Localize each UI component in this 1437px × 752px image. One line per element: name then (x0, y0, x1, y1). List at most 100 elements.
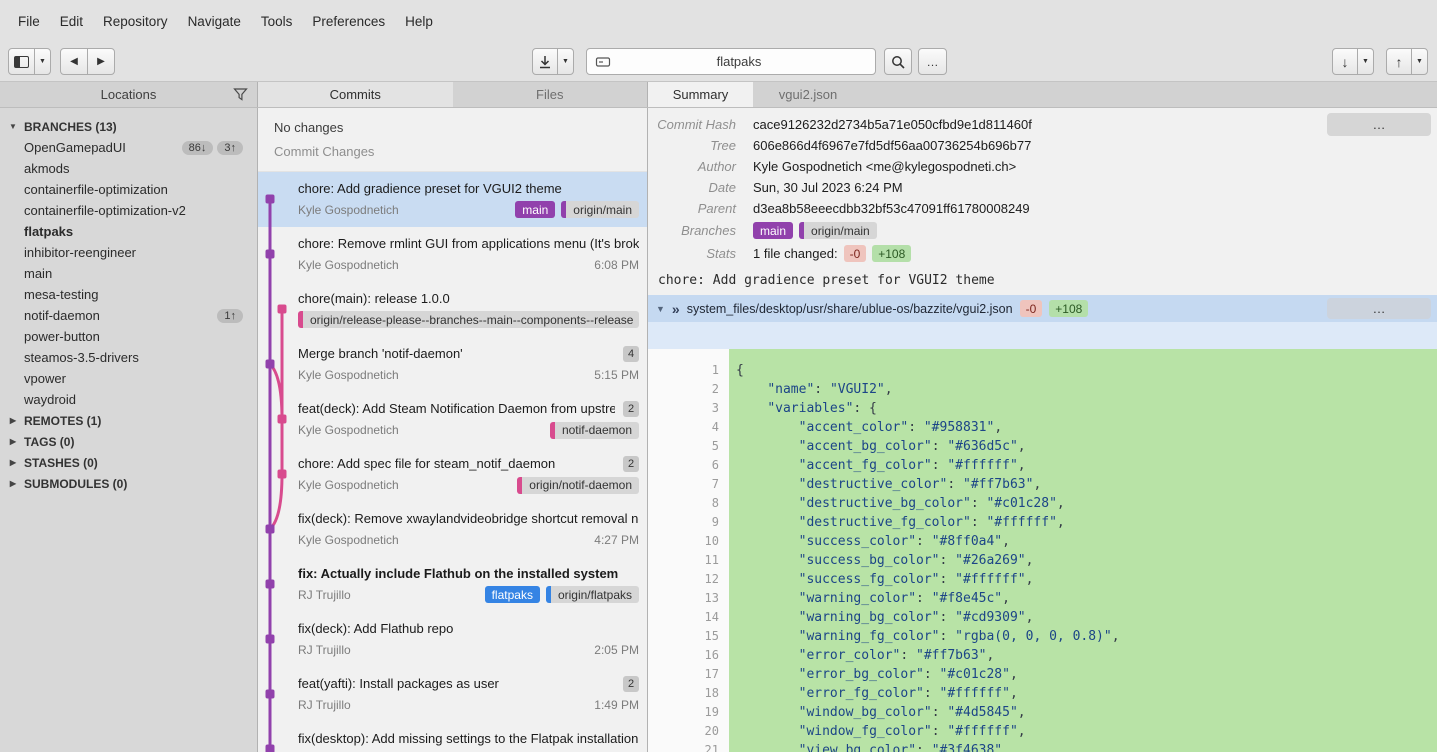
sidebar-section-submodules-0[interactable]: ▶ SUBMODULES (0) (0, 473, 257, 494)
file-menu-button[interactable]: … (1327, 298, 1431, 319)
branch-label: inhibitor-reengineer (24, 245, 137, 260)
commit-row[interactable]: feat(deck): Add Steam Notification Daemo… (258, 392, 647, 447)
sidebar-item-waydroid[interactable]: waydroid (0, 389, 257, 410)
diff-line-content: "success_color": "#8ff0a4", (729, 532, 1437, 551)
insertions-chip: +108 (872, 245, 912, 262)
disclosure-right-icon: ▶ (9, 437, 17, 446)
scroll-up-button[interactable]: ↑ (1386, 48, 1412, 75)
sidebar-item-power-button[interactable]: power-button (0, 326, 257, 347)
sidebar-section-branches-13[interactable]: ▼ BRANCHES (13) (0, 116, 257, 137)
filter-funnel-icon[interactable] (233, 87, 248, 105)
summary-key: Date (708, 180, 736, 195)
diff-line: 11 "success_bg_color": "#26a269", (648, 551, 1437, 570)
tab-files[interactable]: Files (453, 82, 648, 107)
scroll-up-dropdown[interactable]: ▼ (1411, 48, 1428, 75)
commit-title-line: feat(yafti): Install packages as user 2 (298, 675, 639, 692)
ref-badge-origin-main[interactable]: origin/main (799, 222, 877, 239)
section-label: SUBMODULES (0) (24, 476, 128, 491)
commit-meta-line: origin/release-please--branches--main--c… (298, 311, 639, 328)
commit-row[interactable]: chore(main): release 1.0.0 origin/release… (258, 282, 647, 337)
ref-badge-origin-notif-daemon[interactable]: origin/notif-daemon (517, 476, 639, 494)
ref-badge-origin-release-please-branches-main-components-release[interactable]: origin/release-please--branches--main--c… (298, 311, 639, 328)
sidebar-item-vpower[interactable]: vpower (0, 368, 257, 389)
scroll-down-dropdown[interactable]: ▼ (1357, 48, 1374, 75)
filter-type-icon (595, 56, 611, 67)
ref-badge-notif-daemon[interactable]: notif-daemon (549, 421, 639, 439)
sidebar-item-containerfile-optimization-v2[interactable]: containerfile-optimization-v2 (0, 200, 257, 221)
commit-title-line: chore(main): release 1.0.0 (298, 291, 639, 306)
menu-navigate[interactable]: Navigate (178, 9, 251, 34)
locations-title: Locations (100, 87, 157, 102)
tab-commits[interactable]: Commits (258, 82, 453, 107)
ref-badge-origin-main[interactable]: origin/main (561, 201, 639, 218)
layout-toggle-dropdown[interactable]: ▼ (34, 48, 51, 75)
summary-menu-button[interactable]: … (1327, 113, 1431, 136)
search-input[interactable] (611, 54, 867, 69)
insertions-badge: +108 (1049, 300, 1089, 317)
sidebar-section-stashes-0[interactable]: ▶ STASHES (0) (0, 452, 257, 473)
sidebar-item-opengamepadui[interactable]: OpenGamepadUI 86↓ 3↑ (0, 137, 257, 158)
search-button[interactable] (884, 48, 912, 75)
commit-meta-line: Kyle Gospodnetich 5:15 PM (298, 367, 639, 384)
menu-preferences[interactable]: Preferences (302, 9, 395, 34)
commit-row[interactable]: fix: Actually include Flathub on the ins… (258, 557, 647, 612)
sidebar-item-inhibitor-reengineer[interactable]: inhibitor-reengineer (0, 242, 257, 263)
commit-meta-line: RJ Trujillo 2:05 PM (298, 641, 639, 658)
commit-row[interactable]: chore: Add spec file for steam_notif_dae… (258, 447, 647, 502)
commit-row[interactable]: feat(yafti): Install packages as user 2 RJ… (258, 667, 647, 722)
menu-repository[interactable]: Repository (93, 9, 178, 34)
commit-row[interactable]: fix(deck): Remove xwaylandvideobridge sh… (258, 502, 647, 557)
ref-badge-flatpaks[interactable]: flatpaks (484, 586, 540, 603)
summary-row-stats: Stats 1 file changed: -0 +108 (648, 242, 1437, 265)
ref-badge-main[interactable]: main (515, 201, 556, 218)
commit-meta-line: RJ Trujillo 1:49 PM (298, 697, 639, 714)
toolbar-more-button[interactable]: … (918, 48, 947, 75)
commit-row[interactable]: Merge branch 'notif-daemon' 4 Kyle Gospodn… (258, 337, 647, 392)
commit-meta-right: 2:05 PM (594, 643, 639, 657)
forward-button[interactable]: ▶ (87, 48, 115, 75)
summary-key: Branches (681, 223, 736, 238)
pull-button[interactable] (532, 48, 558, 75)
commit-title-line: fix(deck): Add Flathub repo (298, 621, 639, 636)
layout-toggle-button[interactable] (8, 48, 35, 75)
pull-dropdown[interactable]: ▼ (557, 48, 574, 75)
sidebar-item-flatpaks[interactable]: flatpaks (0, 221, 257, 242)
sidebar-item-akmods[interactable]: akmods (0, 158, 257, 179)
commit-row[interactable]: chore: Add gradience preset for VGUI2 th… (258, 172, 647, 227)
commit-author: Kyle Gospodnetich (298, 532, 399, 547)
branch-label: flatpaks (24, 224, 74, 239)
sidebar-section-remotes-1[interactable]: ▶ REMOTES (1) (0, 410, 257, 431)
summary-fields: Commit Hash cace9126232d2734b5a71e050cfbd… (648, 114, 1437, 265)
diff-line-number: 4 (648, 418, 729, 437)
branch-label: notif-daemon (24, 308, 100, 323)
ref-badge-main[interactable]: main (753, 222, 794, 239)
menu-help[interactable]: Help (395, 9, 443, 34)
scroll-down-button[interactable]: ↓ (1332, 48, 1358, 75)
ref-badge-origin-flatpaks[interactable]: origin/flatpaks (545, 586, 639, 603)
back-arrow-icon: ◀ (70, 56, 78, 67)
sidebar-item-steamos-3-5-drivers[interactable]: steamos-3.5-drivers (0, 347, 257, 368)
sidebar-section-tags-0[interactable]: ▶ TAGS (0) (0, 431, 257, 452)
commit-row[interactable]: chore: Remove rmlint GUI from applicatio… (258, 227, 647, 282)
sidebar-item-mesa-testing[interactable]: mesa-testing (0, 284, 257, 305)
diff-file-row[interactable]: ▼ » system_files/desktop/usr/share/ublue… (648, 295, 1437, 322)
sidebar-item-containerfile-optimization[interactable]: containerfile-optimization (0, 179, 257, 200)
pull-group: ▼ (532, 48, 574, 75)
expander-triangle-icon[interactable]: ▼ (656, 304, 665, 314)
tab-summary[interactable]: Summary (648, 82, 753, 107)
commit-title: fix(deck): Remove xwaylandvideobridge sh… (298, 511, 639, 526)
tab-vgui2-json[interactable]: vgui2.json (753, 82, 863, 107)
menu-edit[interactable]: Edit (50, 9, 93, 34)
back-button[interactable]: ◀ (60, 48, 88, 75)
commit-row[interactable]: fix(desktop): Add missing settings to th… (258, 722, 647, 752)
menu-tools[interactable]: Tools (251, 9, 303, 34)
chevron-double-icon[interactable]: » (672, 302, 680, 316)
sidebar-item-notif-daemon[interactable]: notif-daemon 1↑ (0, 305, 257, 326)
commit-changes-label: Commit Changes (274, 144, 375, 159)
commit-row[interactable]: fix(deck): Add Flathub repo RJ Trujillo 2:… (258, 612, 647, 667)
commit-title-line: feat(deck): Add Steam Notification Daemo… (298, 400, 639, 417)
search-entry[interactable] (586, 48, 876, 75)
menu-file[interactable]: File (8, 9, 50, 34)
sidebar-item-main[interactable]: main (0, 263, 257, 284)
staging-section[interactable]: No changes Commit Changes (258, 108, 647, 172)
